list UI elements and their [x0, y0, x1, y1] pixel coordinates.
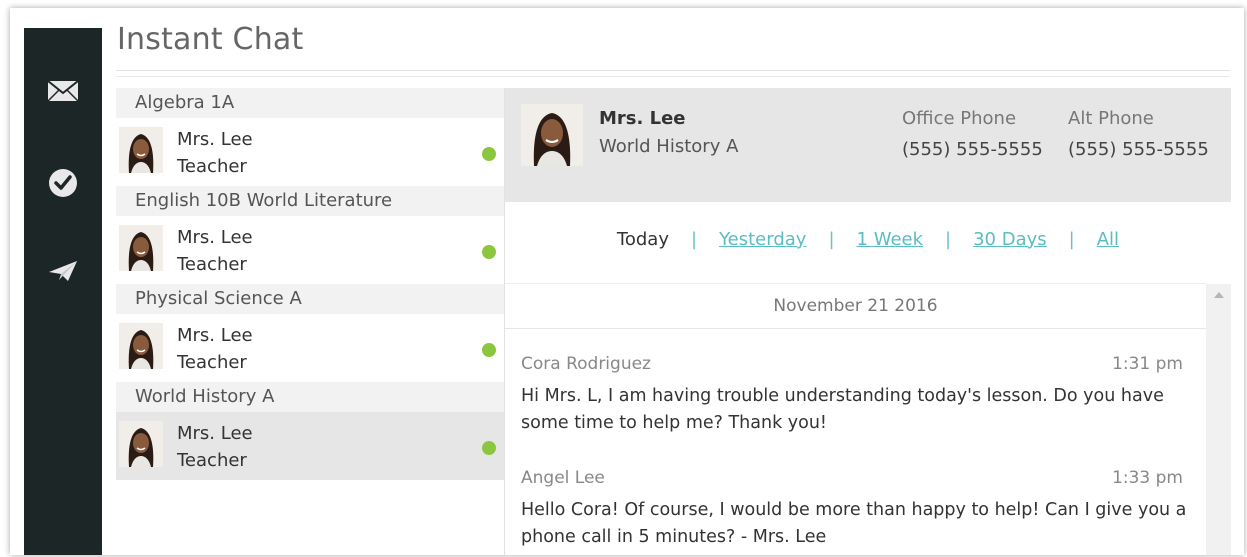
message-time: 1:31 pm — [1112, 354, 1183, 374]
profile-name: Mrs. Lee — [599, 108, 686, 129]
course-header: Algebra 1A — [116, 88, 504, 118]
scrollbar[interactable] — [1206, 284, 1231, 555]
contact-name: Mrs. Lee — [177, 325, 253, 346]
contact-item[interactable]: Mrs. Lee Teacher — [116, 118, 504, 186]
online-status-icon — [482, 343, 496, 357]
contact-list: Algebra 1A Mrs. Lee Teacher English 10B … — [116, 88, 504, 480]
alt-phone-value: (555) 555-5555 — [1068, 139, 1209, 160]
course-header: World History A — [116, 382, 504, 412]
contact-role: Teacher — [177, 156, 247, 177]
filter-all[interactable]: All — [1097, 229, 1119, 250]
contact-name: Mrs. Lee — [177, 423, 253, 444]
contact-item-selected[interactable]: Mrs. Lee Teacher — [116, 412, 504, 480]
page-title: Instant Chat — [117, 22, 304, 57]
conversation-date: November 21 2016 — [505, 284, 1206, 329]
contact-name: Mrs. Lee — [177, 129, 253, 150]
message-text: Hello Cora! Of course, I would be more t… — [521, 500, 1187, 547]
filter-30-days[interactable]: 30 Days — [973, 229, 1047, 250]
message-text: Hi Mrs. L, I am having trouble understan… — [521, 386, 1164, 433]
profile-course: World History A — [599, 136, 739, 157]
check-circle-icon[interactable] — [24, 168, 102, 198]
conversation-panel: Mrs. Lee World History A Office Phone (5… — [504, 88, 1231, 555]
filter-today[interactable]: Today — [617, 229, 669, 250]
office-phone-value: (555) 555-5555 — [902, 139, 1043, 160]
avatar — [119, 127, 163, 173]
avatar — [119, 323, 163, 369]
date-filter-bar: Today | Yesterday | 1 Week | 30 Days | All — [505, 228, 1231, 250]
filter-separator: | — [690, 228, 698, 250]
avatar — [521, 104, 583, 166]
filter-yesterday[interactable]: Yesterday — [719, 229, 806, 250]
avatar — [119, 225, 163, 271]
paper-plane-icon[interactable] — [24, 260, 102, 282]
chat-window: Instant Chat Algebra 1A Mrs. Lee Teacher… — [10, 8, 1244, 555]
course-header: Physical Science A — [116, 284, 504, 314]
contact-role: Teacher — [177, 254, 247, 275]
filter-1-week[interactable]: 1 Week — [857, 229, 924, 250]
contact-name: Mrs. Lee — [177, 227, 253, 248]
contact-profile: Mrs. Lee World History A Office Phone (5… — [505, 88, 1231, 202]
avatar — [119, 421, 163, 467]
sidebar — [24, 28, 102, 555]
filter-separator: | — [1068, 228, 1075, 250]
course-header: English 10B World Literature — [116, 186, 504, 216]
divider — [116, 76, 1230, 77]
contact-item[interactable]: Mrs. Lee Teacher — [116, 314, 504, 382]
online-status-icon — [482, 245, 496, 259]
online-status-icon — [482, 441, 496, 455]
contact-role: Teacher — [177, 450, 247, 471]
mail-icon[interactable] — [24, 80, 102, 102]
divider — [116, 70, 1230, 71]
filter-separator: | — [945, 228, 952, 250]
message-sender: Cora Rodriguez — [521, 354, 651, 374]
contact-role: Teacher — [177, 352, 247, 373]
message-time: 1:33 pm — [1112, 468, 1183, 488]
filter-separator: | — [828, 228, 835, 250]
contact-item[interactable]: Mrs. Lee Teacher — [116, 216, 504, 284]
message-sender: Angel Lee — [521, 468, 605, 488]
online-status-icon — [482, 147, 496, 161]
scroll-up-arrow-icon[interactable] — [1214, 292, 1224, 298]
office-phone-label: Office Phone — [902, 108, 1017, 129]
alt-phone-label: Alt Phone — [1068, 108, 1154, 129]
